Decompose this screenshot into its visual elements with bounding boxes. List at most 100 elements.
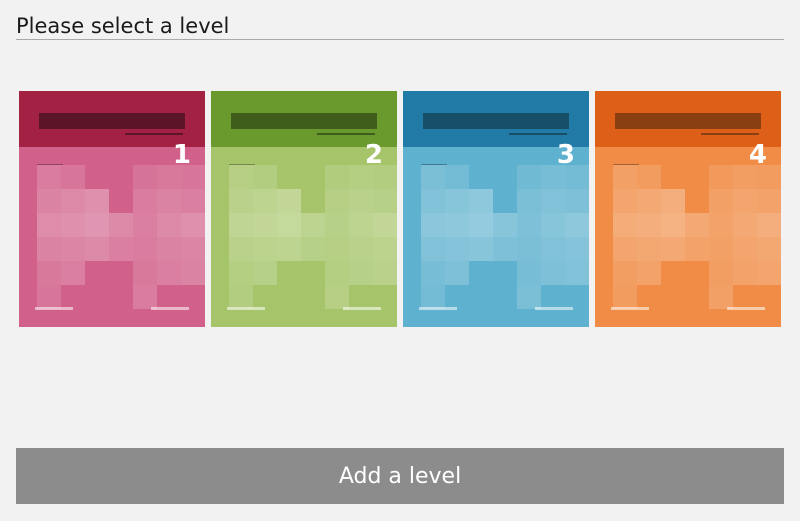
mosaic-tile xyxy=(541,237,565,261)
mosaic-tile xyxy=(325,261,349,285)
level-card-title-bar xyxy=(39,113,185,129)
mosaic-tile xyxy=(301,213,325,237)
mosaic-tile xyxy=(565,213,589,237)
mosaic-tile xyxy=(421,237,445,261)
mosaic-tile xyxy=(373,189,397,213)
level-card-footer-left xyxy=(227,307,265,310)
mosaic-tile xyxy=(349,213,373,237)
level-card-subtitle-line xyxy=(317,133,375,135)
mosaic-tile xyxy=(349,189,373,213)
level-card-mosaic xyxy=(211,147,397,327)
mosaic-tile xyxy=(445,213,469,237)
mosaic-tile xyxy=(613,285,637,309)
mosaic-tile xyxy=(493,213,517,237)
mosaic-tile xyxy=(133,213,157,237)
mosaic-tile xyxy=(757,189,781,213)
mosaic-tile xyxy=(517,285,541,309)
level-number: 3 xyxy=(556,140,575,170)
mosaic-tile xyxy=(421,213,445,237)
mosaic-tile xyxy=(229,213,253,237)
mosaic-tile xyxy=(349,237,373,261)
level-card-body xyxy=(19,147,205,327)
mosaic-tile xyxy=(157,261,181,285)
level-card-3[interactable]: 3 xyxy=(403,91,589,327)
level-number: 2 xyxy=(364,140,383,170)
mosaic-tile xyxy=(517,165,541,189)
mosaic-tile xyxy=(613,237,637,261)
level-card-body xyxy=(403,147,589,327)
level-card-body xyxy=(211,147,397,327)
mosaic-tile xyxy=(277,189,301,213)
mosaic-tile xyxy=(325,213,349,237)
mosaic-tile xyxy=(133,261,157,285)
mosaic-tile xyxy=(85,189,109,213)
mosaic-tile xyxy=(493,237,517,261)
mosaic-tile xyxy=(373,213,397,237)
mosaic-tile xyxy=(421,189,445,213)
level-card-divider xyxy=(37,164,63,165)
mosaic-tile xyxy=(541,261,565,285)
mosaic-tile xyxy=(445,165,469,189)
level-card-footer-left xyxy=(419,307,457,310)
level-card-mosaic xyxy=(19,147,205,327)
mosaic-tile xyxy=(325,237,349,261)
mosaic-tile xyxy=(61,165,85,189)
mosaic-tile xyxy=(229,285,253,309)
mosaic-tile xyxy=(517,261,541,285)
mosaic-tile xyxy=(637,237,661,261)
page-header: Please select a level xyxy=(16,12,784,40)
mosaic-tile xyxy=(109,213,133,237)
mosaic-tile xyxy=(133,285,157,309)
mosaic-tile xyxy=(757,237,781,261)
level-card-subtitle-line xyxy=(701,133,759,135)
mosaic-tile xyxy=(421,165,445,189)
mosaic-tile xyxy=(325,189,349,213)
mosaic-tile xyxy=(469,189,493,213)
level-card-footer-left xyxy=(611,307,649,310)
level-card-subtitle-line xyxy=(509,133,567,135)
mosaic-tile xyxy=(37,237,61,261)
mosaic-tile xyxy=(61,261,85,285)
mosaic-tile xyxy=(253,261,277,285)
mosaic-tile xyxy=(661,189,685,213)
level-card-1[interactable]: 1 xyxy=(19,91,205,327)
mosaic-tile xyxy=(133,165,157,189)
add-level-button[interactable]: Add a level xyxy=(16,448,784,504)
mosaic-tile xyxy=(373,261,397,285)
mosaic-tile xyxy=(61,213,85,237)
mosaic-tile xyxy=(541,189,565,213)
mosaic-tile xyxy=(301,237,325,261)
mosaic-tile xyxy=(517,213,541,237)
mosaic-tile xyxy=(421,285,445,309)
level-card-4[interactable]: 4 xyxy=(595,91,781,327)
mosaic-tile xyxy=(445,237,469,261)
mosaic-tile xyxy=(565,189,589,213)
mosaic-tile xyxy=(61,237,85,261)
mosaic-tile xyxy=(37,285,61,309)
level-card-footer-right xyxy=(535,307,573,310)
mosaic-tile xyxy=(517,189,541,213)
level-card-title-bar xyxy=(423,113,569,129)
mosaic-tile xyxy=(613,189,637,213)
mosaic-tile xyxy=(133,189,157,213)
mosaic-tile xyxy=(709,189,733,213)
level-card-body xyxy=(595,147,781,327)
level-card-mosaic xyxy=(595,147,781,327)
mosaic-tile xyxy=(109,237,133,261)
level-list: 1 2 3 4 xyxy=(19,91,781,327)
mosaic-tile xyxy=(733,261,757,285)
mosaic-tile xyxy=(445,189,469,213)
level-card-footer-right xyxy=(151,307,189,310)
level-card-footer-right xyxy=(727,307,765,310)
mosaic-tile xyxy=(181,261,205,285)
mosaic-tile xyxy=(637,213,661,237)
mosaic-tile xyxy=(253,189,277,213)
level-card-2[interactable]: 2 xyxy=(211,91,397,327)
mosaic-tile xyxy=(757,261,781,285)
mosaic-tile xyxy=(37,165,61,189)
mosaic-tile xyxy=(709,237,733,261)
mosaic-tile xyxy=(373,237,397,261)
mosaic-tile xyxy=(637,165,661,189)
level-card-subtitle-line xyxy=(125,133,183,135)
mosaic-tile xyxy=(157,237,181,261)
